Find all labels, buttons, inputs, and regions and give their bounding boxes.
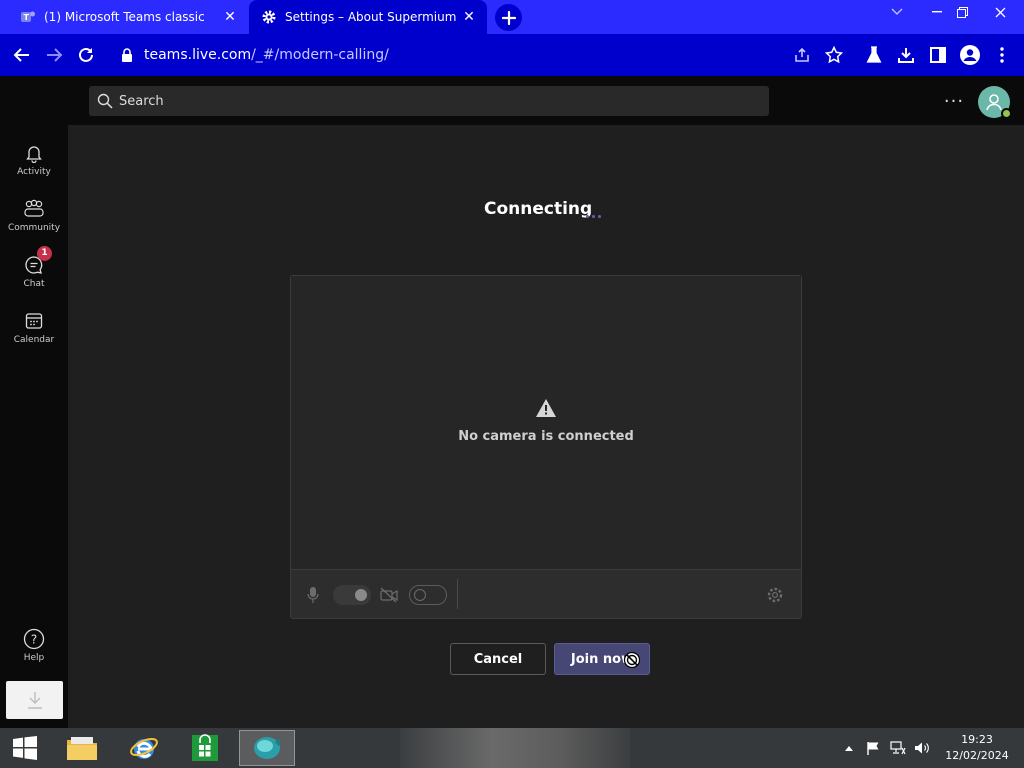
- microphone-icon: [307, 587, 319, 603]
- toggle-knob: [414, 589, 426, 601]
- internet-explorer-icon: [130, 737, 158, 759]
- teams-header: Search ···: [0, 76, 1024, 125]
- folder-icon: [67, 737, 97, 760]
- gear-icon: [261, 9, 277, 25]
- search-input[interactable]: Search: [89, 86, 769, 116]
- chevron-up-icon: [845, 746, 853, 751]
- rail-item-help[interactable]: ? Help: [0, 619, 68, 671]
- taskbar-file-explorer[interactable]: [54, 730, 110, 766]
- rail-item-activity[interactable]: Activity: [0, 133, 68, 185]
- start-button[interactable]: [0, 730, 50, 766]
- toggle-knob: [355, 589, 367, 601]
- search-icon: [97, 93, 113, 109]
- video-area: No camera is connected: [291, 276, 801, 569]
- forward-icon[interactable]: [42, 43, 66, 67]
- rail-label: Help: [23, 652, 45, 663]
- camera-off-icon: [380, 587, 398, 603]
- avatar[interactable]: [978, 86, 1012, 119]
- rail-label: Activity: [17, 166, 51, 177]
- svg-text:?: ?: [31, 632, 37, 646]
- address-bar[interactable]: teams.live.com/_#/modern-calling/: [108, 39, 854, 71]
- screen: T (1) Microsoft Teams classic ✕ Settings…: [0, 0, 1024, 768]
- video-preview: No camera is connected: [290, 275, 802, 619]
- bell-icon: [23, 142, 45, 164]
- url-text: teams.live.com/_#/modern-calling/: [144, 47, 389, 63]
- close-window-icon[interactable]: [985, 0, 1015, 24]
- windows-logo-icon: [13, 736, 37, 760]
- side-panel-icon[interactable]: [926, 43, 950, 67]
- browser-toolbar: teams.live.com/_#/modern-calling/: [0, 34, 1024, 76]
- microphone-toggle[interactable]: [333, 585, 371, 605]
- clock-date: 12/02/2024: [945, 749, 1009, 762]
- volume-icon[interactable]: [912, 728, 932, 768]
- url-path: /_#/modern-calling/: [251, 47, 389, 63]
- back-icon[interactable]: [10, 43, 34, 67]
- app-rail: Activity Community 1 Chat Calendar ? Hel…: [0, 125, 68, 728]
- bookmark-star-icon[interactable]: [822, 43, 846, 67]
- help-icon: ?: [23, 628, 45, 650]
- community-icon: [23, 198, 45, 220]
- menu-kebab-icon[interactable]: [990, 43, 1014, 67]
- svg-text:T: T: [24, 13, 30, 22]
- busy-cursor-icon: [623, 651, 641, 669]
- warning-icon: [536, 399, 556, 417]
- teams-icon: T: [20, 9, 36, 25]
- profile-icon[interactable]: [958, 43, 982, 67]
- download-app-button[interactable]: [6, 681, 63, 719]
- lock-icon: [120, 47, 136, 63]
- show-hidden-icons-button[interactable]: [842, 728, 856, 768]
- rail-label: Community: [7, 222, 61, 233]
- tab-title: Settings – About Supermium: [285, 10, 457, 24]
- more-options-button[interactable]: ···: [940, 90, 968, 112]
- presence-indicator: [1001, 108, 1012, 119]
- taskbar-internet-explorer[interactable]: [116, 730, 172, 766]
- chevron-down-icon[interactable]: [882, 0, 912, 24]
- search-placeholder: Search: [119, 93, 164, 109]
- cancel-button[interactable]: Cancel: [450, 643, 546, 675]
- tab-teams[interactable]: T (1) Microsoft Teams classic ✕: [8, 0, 248, 34]
- chat-icon: 1: [23, 245, 52, 276]
- loading-dots: [586, 215, 601, 218]
- taskbar-supermium-browser[interactable]: [239, 730, 295, 766]
- rail-item-chat[interactable]: 1 Chat: [0, 245, 68, 297]
- device-settings-icon[interactable]: [766, 586, 784, 604]
- camera-toggle[interactable]: [409, 585, 447, 605]
- wallpaper-strip: [400, 728, 630, 768]
- person-icon: [986, 94, 1002, 111]
- labs-flask-icon[interactable]: [862, 43, 886, 67]
- tab-title: (1) Microsoft Teams classic: [44, 10, 205, 24]
- taskbar-store[interactable]: [177, 730, 233, 766]
- store-icon: [192, 734, 218, 761]
- share-icon[interactable]: [790, 43, 814, 67]
- new-tab-button[interactable]: [495, 4, 522, 31]
- rail-item-community[interactable]: Community: [0, 189, 68, 241]
- supermium-icon: [254, 737, 281, 759]
- unread-badge: 1: [37, 245, 52, 261]
- tab-settings[interactable]: Settings – About Supermium ✕: [249, 0, 487, 34]
- restore-icon[interactable]: [947, 0, 977, 24]
- close-icon[interactable]: ✕: [461, 9, 477, 25]
- close-icon[interactable]: ✕: [222, 9, 238, 25]
- rail-item-calendar[interactable]: Calendar: [0, 301, 68, 353]
- taskbar-clock[interactable]: 19:23 12/02/2024: [940, 732, 1014, 764]
- calendar-icon: [23, 310, 45, 332]
- no-camera-message: No camera is connected: [458, 429, 634, 444]
- prejoin-stage: Connecting No camera is connected Cancel…: [68, 125, 1024, 728]
- connection-status: Connecting: [484, 199, 593, 219]
- rail-label: Chat: [23, 278, 45, 289]
- divider: [457, 579, 458, 609]
- rail-label: Calendar: [13, 334, 55, 345]
- download-icon: [27, 692, 42, 709]
- reload-icon[interactable]: [74, 43, 98, 67]
- clock-time: 19:23: [961, 733, 993, 746]
- url-host: teams.live.com: [144, 47, 252, 63]
- network-icon[interactable]: [888, 728, 908, 768]
- windows-taskbar: 19:23 12/02/2024: [0, 728, 1024, 768]
- action-center-flag-icon[interactable]: [864, 728, 882, 768]
- download-icon[interactable]: [894, 43, 918, 67]
- device-controls: [291, 569, 801, 618]
- browser-tab-strip: T (1) Microsoft Teams classic ✕ Settings…: [0, 0, 1024, 34]
